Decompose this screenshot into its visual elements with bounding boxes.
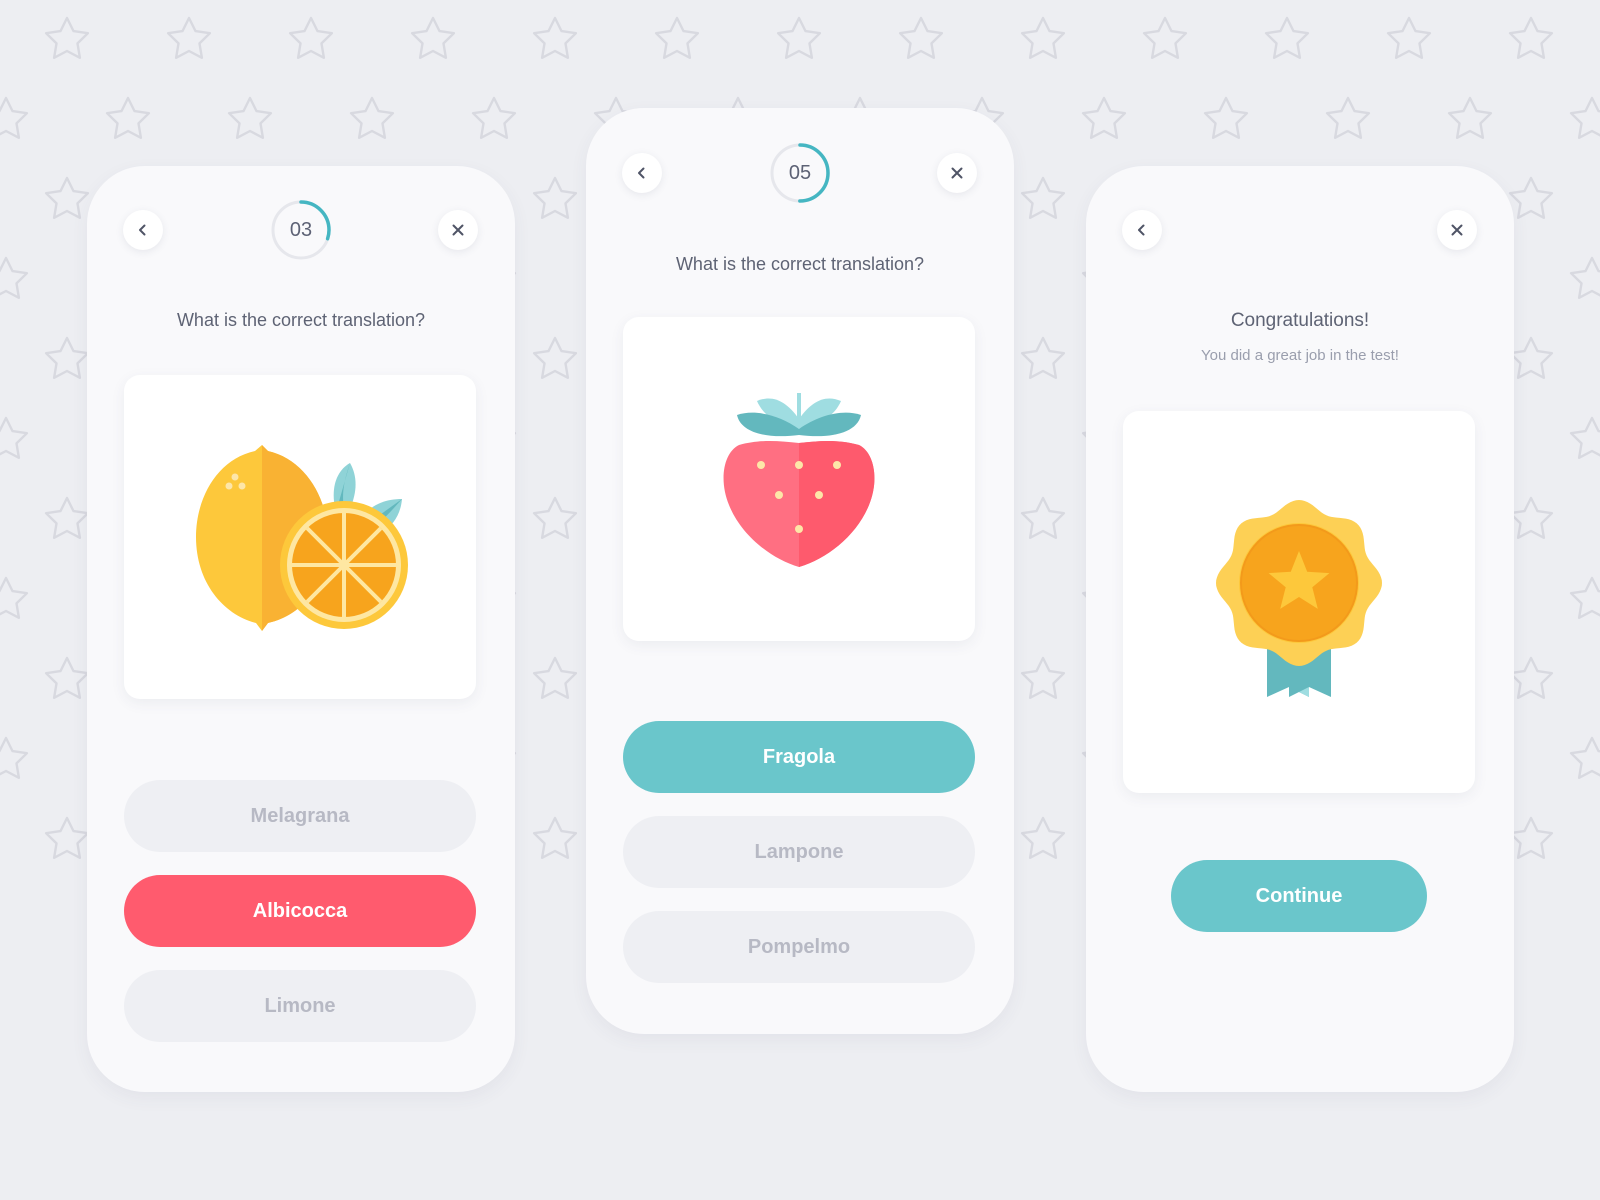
background-star-icon: [532, 816, 578, 859]
background-star-icon: [0, 96, 29, 139]
background-star-icon: [1203, 96, 1249, 139]
background-star-icon: [1081, 96, 1127, 139]
background-star-icon: [1569, 736, 1600, 779]
background-star-icon: [471, 96, 517, 139]
background-star-icon: [776, 16, 822, 59]
background-star-icon: [0, 576, 29, 619]
close-icon: [452, 224, 464, 236]
background-star-icon: [44, 336, 90, 379]
back-button[interactable]: [622, 153, 662, 193]
background-star-icon: [0, 736, 29, 779]
background-star-icon: [1020, 176, 1066, 219]
image-card: [623, 317, 975, 641]
congratulations-title: Congratulations!: [1230, 310, 1370, 331]
background-star-icon: [1569, 416, 1600, 459]
progress-ring: 05: [769, 142, 831, 204]
chevron-left-icon: [1138, 224, 1145, 236]
background-star-icon: [1386, 16, 1432, 59]
background-star-icon: [1508, 16, 1554, 59]
progress-ring: 03: [270, 199, 332, 261]
background-star-icon: [1264, 16, 1310, 59]
background-star-icon: [1508, 816, 1554, 859]
background-star-icon: [898, 16, 944, 59]
close-button[interactable]: [937, 153, 977, 193]
background-star-icon: [1508, 496, 1554, 539]
background-star-icon: [44, 16, 90, 59]
continue-button[interactable]: Continue: [1171, 860, 1427, 932]
progress-number: 05: [788, 161, 812, 184]
background-star-icon: [1325, 96, 1371, 139]
background-star-icon: [410, 16, 456, 59]
background-star-icon: [532, 176, 578, 219]
background-star-icon: [1508, 656, 1554, 699]
background-star-icon: [1569, 576, 1600, 619]
question-text: What is the correct translation?: [675, 254, 925, 274]
background-star-icon: [44, 176, 90, 219]
close-button[interactable]: [438, 210, 478, 250]
background-star-icon: [0, 416, 29, 459]
background-star-icon: [532, 656, 578, 699]
background-star-icon: [1508, 336, 1554, 379]
back-button[interactable]: [1122, 210, 1162, 250]
background-star-icon: [288, 16, 334, 59]
progress-number: 03: [289, 218, 313, 241]
quiz-card-1: 03 What is the correct translation? Mela…: [87, 166, 515, 1092]
background-star-icon: [44, 816, 90, 859]
background-star-icon: [532, 496, 578, 539]
medal-star-icon: [1216, 500, 1382, 697]
background-star-icon: [1020, 816, 1066, 859]
answer-option-wrong[interactable]: Albicocca: [124, 875, 476, 947]
answer-option[interactable]: Limone: [124, 970, 476, 1042]
background-star-icon: [654, 16, 700, 59]
chevron-left-icon: [638, 167, 645, 179]
background-star-icon: [1447, 96, 1493, 139]
background-star-icon: [1142, 16, 1188, 59]
lemon-orange-icon: [196, 445, 408, 631]
back-button[interactable]: [123, 210, 163, 250]
background-star-icon: [1020, 336, 1066, 379]
background-star-icon: [349, 96, 395, 139]
answer-option[interactable]: Melagrana: [124, 780, 476, 852]
background-star-icon: [1569, 96, 1600, 139]
background-star-icon: [1569, 256, 1600, 299]
close-icon: [951, 167, 963, 179]
quiz-card-2: 05 What is the correct translation? Frag…: [586, 108, 1014, 1034]
question-text: What is the correct translation?: [176, 310, 426, 330]
answer-option[interactable]: Pompelmo: [623, 911, 975, 983]
background-star-icon: [44, 496, 90, 539]
answer-option-correct[interactable]: Fragola: [623, 721, 975, 793]
background-star-icon: [532, 16, 578, 59]
strawberry-icon: [723, 393, 875, 567]
result-card: Congratulations! You did a great job in …: [1086, 166, 1514, 1092]
background-star-icon: [44, 656, 90, 699]
background-star-icon: [166, 16, 212, 59]
background-star-icon: [1020, 656, 1066, 699]
background-star-icon: [0, 256, 29, 299]
background-star-icon: [1020, 496, 1066, 539]
close-icon: [1451, 224, 1463, 236]
image-card: [124, 375, 476, 699]
image-card: [1123, 411, 1475, 793]
background-star-icon: [532, 336, 578, 379]
background-star-icon: [227, 96, 273, 139]
chevron-left-icon: [139, 224, 146, 236]
congratulations-subtitle: You did a great job in the test!: [1201, 347, 1399, 364]
background-star-icon: [1020, 16, 1066, 59]
background-star-icon: [105, 96, 151, 139]
close-button[interactable]: [1437, 210, 1477, 250]
background-star-icon: [1508, 176, 1554, 219]
answer-option[interactable]: Lampone: [623, 816, 975, 888]
